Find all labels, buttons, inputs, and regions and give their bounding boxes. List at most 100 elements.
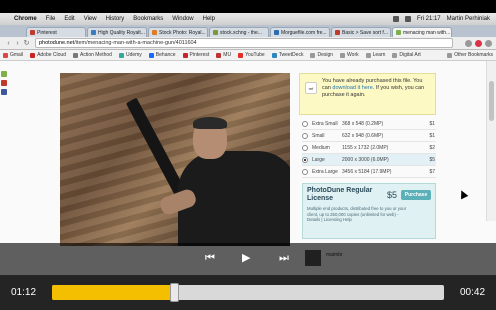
tab-menacing-man[interactable]: menacing man with...	[392, 27, 452, 37]
bookmark-gmail[interactable]: Gmail	[3, 52, 23, 58]
radio-button-selected[interactable]	[302, 156, 308, 163]
license-title: PhotoDune Regular License	[307, 187, 373, 202]
bookmark-label: Behance	[155, 52, 176, 58]
next-icon[interactable]: ⏭	[279, 252, 289, 264]
menu-icon[interactable]	[485, 39, 492, 47]
download-link[interactable]: download it here	[332, 85, 372, 91]
back-button[interactable]: ‹	[4, 40, 13, 47]
size-option-medium[interactable]: Medium 1155 x 1732 (2.0MP) $2	[302, 142, 436, 154]
license-price: $5	[387, 190, 398, 200]
forward-button[interactable]: ›	[13, 40, 22, 47]
bookmark-tweetdeck[interactable]: TweetDeck	[271, 52, 304, 58]
new-tab-button[interactable]	[453, 27, 467, 37]
bookmark-design[interactable]: Design	[310, 52, 333, 58]
menu-bookmarks[interactable]: Bookmarks	[133, 16, 163, 22]
size-price: $1	[429, 132, 435, 139]
screen: Chrome File Edit View History Bookmarks …	[0, 0, 496, 310]
udemy-icon	[118, 52, 124, 58]
size-name: Extra Small	[312, 120, 338, 127]
url-field[interactable]: photodune.net/item/menacing-man-with-a-m…	[35, 38, 453, 48]
size-name: Small	[312, 132, 325, 139]
size-name: Extra Large	[312, 168, 338, 175]
menu-history[interactable]: History	[106, 16, 125, 22]
tab-label: Basic > Save sort f...	[342, 29, 388, 36]
size-option-small[interactable]: Small 632 x 948 (0.6MP) $1	[302, 130, 436, 142]
radio-button[interactable]	[302, 144, 308, 151]
scrollbar-thumb[interactable]	[489, 81, 494, 121]
menu-file[interactable]: File	[46, 16, 56, 22]
bookmark-digital-art[interactable]: Digital Art	[392, 52, 421, 58]
seek-bar[interactable]	[52, 283, 444, 302]
tab-pinterest[interactable]: Pinterest	[26, 27, 86, 37]
man-hair-shape	[193, 117, 227, 129]
radio-button[interactable]	[302, 120, 308, 127]
pinterest-extension-icon[interactable]	[475, 39, 482, 47]
bookmark-learn[interactable]: Learn	[365, 52, 385, 58]
tab-stock-photo[interactable]: Stock Photo: Royal...	[148, 27, 208, 37]
tab-label: Morguefile.com fre...	[281, 29, 327, 36]
purchase-button[interactable]: Purchase	[401, 190, 431, 200]
reload-icon[interactable]: ↻	[22, 39, 31, 47]
extension-icon[interactable]	[465, 39, 472, 47]
size-price: $1	[429, 120, 435, 127]
elapsed-time: 01:12	[11, 287, 37, 298]
size-option-large[interactable]: Large 2000 x 3000 (6.0MP) $5	[302, 154, 436, 166]
bookmark-udemy[interactable]: Udemy	[118, 52, 142, 58]
user-name[interactable]: Martin Perhiniak	[447, 16, 490, 22]
radio-button[interactable]	[302, 132, 308, 139]
seek-handle[interactable]	[169, 283, 179, 302]
bookmark-label: Work	[347, 52, 359, 58]
tab-high-quality[interactable]: High Quality Royalt...	[87, 27, 147, 37]
bookmark-label: TweetDeck	[278, 52, 304, 58]
bookmark-behance[interactable]: Behance	[148, 52, 176, 58]
folder-icon	[447, 52, 453, 58]
bookmark-youtube[interactable]: YouTube	[238, 52, 265, 58]
folder-icon	[392, 52, 398, 58]
bookmark-action-method[interactable]: Action Method	[72, 52, 112, 58]
menu-edit[interactable]: Edit	[64, 16, 74, 22]
pinterest-icon	[182, 52, 188, 58]
photodune-favicon-icon	[396, 30, 401, 35]
bookmark-pinterest[interactable]: Pinterest	[182, 52, 210, 58]
menu-window[interactable]: Window	[172, 16, 193, 22]
other-bookmarks[interactable]: Other Bookmarks	[447, 52, 493, 58]
tab-morguefile[interactable]: Morguefile.com fre...	[270, 27, 330, 37]
license-box: PhotoDune Regular License $5 Purchase Mu…	[302, 183, 436, 239]
player-top-strip	[0, 0, 496, 13]
menu-help[interactable]: Help	[203, 16, 215, 22]
bookmark-label: Digital Art	[399, 52, 421, 58]
menu-view[interactable]: View	[84, 16, 97, 22]
wifi-icon[interactable]	[392, 16, 399, 22]
bookmark-work[interactable]: Work	[340, 52, 359, 58]
bookmarks-bar: Gmail Adobe Cloud Action Method Udemy Be…	[0, 50, 496, 61]
page-scrollbar[interactable]	[486, 61, 496, 221]
menu-chrome[interactable]: Chrome	[14, 16, 37, 22]
mu-icon	[216, 52, 222, 58]
bookmark-label: Udemy	[125, 52, 142, 58]
radio-button[interactable]	[302, 168, 308, 175]
url-path: /item/menacing-man-with-a-machine-gun/40…	[74, 40, 197, 46]
size-option-extra-small[interactable]: Extra Small 368 x 548 (0.2MP) $1	[302, 118, 436, 130]
play-icon[interactable]: ▶	[242, 252, 250, 264]
size-price: $5	[429, 156, 435, 163]
product-photo[interactable]	[60, 73, 290, 246]
tab-basic-save[interactable]: Basic > Save sort f...	[331, 27, 391, 37]
battery-icon[interactable]	[404, 16, 411, 22]
address-bar: ‹ › ↻ photodune.net/item/menacing-man-wi…	[0, 37, 496, 50]
pin-icon[interactable]	[1, 80, 7, 86]
bookmark-adobe-cloud[interactable]: Adobe Cloud	[30, 52, 66, 58]
like-icon[interactable]	[1, 71, 7, 77]
mac-menubar: Chrome File Edit View History Bookmarks …	[0, 13, 496, 25]
previous-icon[interactable]: ⏮	[205, 252, 215, 264]
bookmark-label: Pinterest	[189, 52, 210, 58]
tab-label: High Quality Royalt...	[98, 29, 145, 36]
clock[interactable]: Fri 21:17	[417, 16, 441, 22]
share-icon[interactable]	[1, 89, 7, 95]
size-options: Extra Small 368 x 548 (0.2MP) $1 Small 632 …	[302, 118, 436, 178]
tab-stock-xchng[interactable]: stock.xchng - the...	[209, 27, 269, 37]
size-dims: 368 x 548 (0.2MP)	[342, 120, 384, 127]
url-domain: photodune.net	[39, 40, 75, 46]
size-dims: 3456 x 5184 (17.9MP)	[342, 168, 392, 175]
size-option-extra-large[interactable]: Extra Large 3456 x 5184 (17.9MP) $7	[302, 166, 436, 178]
bookmark-mu[interactable]: MU	[216, 52, 231, 58]
